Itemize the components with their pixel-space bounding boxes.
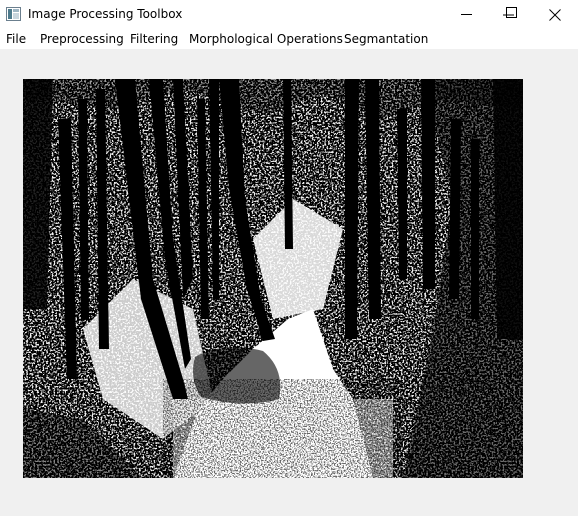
window-title: Image Processing Toolbox — [28, 7, 183, 21]
maximize-icon — [506, 7, 517, 18]
binary-forest-image — [23, 79, 523, 478]
menu-preprocessing[interactable]: Preprocessing — [40, 32, 124, 46]
close-icon — [549, 9, 561, 21]
menu-morphological-operations[interactable]: Morphological Operations — [189, 32, 343, 46]
maximize-button[interactable] — [497, 0, 527, 29]
title-bar: Image Processing Toolbox — [0, 0, 578, 29]
close-button[interactable] — [532, 0, 578, 29]
app-icon — [6, 6, 21, 21]
minimize-icon — [461, 14, 472, 15]
menu-file[interactable]: File — [6, 32, 26, 46]
menu-bar: File Preprocessing Filtering Morphologic… — [0, 29, 578, 49]
processed-image-view — [23, 79, 523, 478]
minimize-button-glyph[interactable] — [455, 0, 485, 29]
menu-segmentation[interactable]: Segmantation — [344, 32, 428, 46]
menu-filtering[interactable]: Filtering — [130, 32, 178, 46]
